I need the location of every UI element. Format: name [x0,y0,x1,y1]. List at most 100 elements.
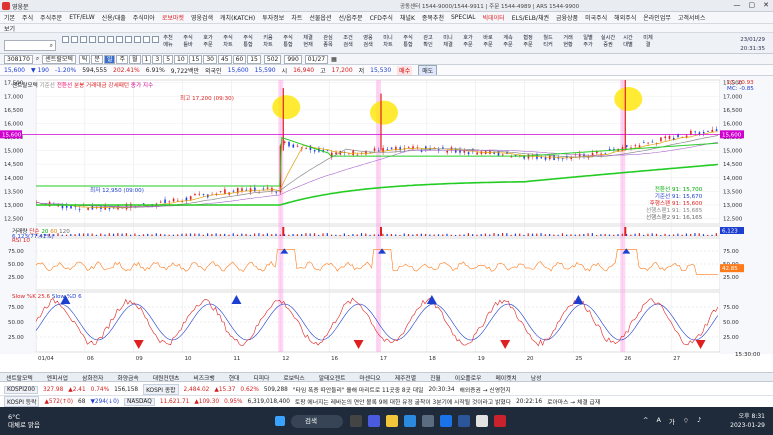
news-headline[interactable]: 토팡 에너지는 레바논의 연안 볼록 9에 대한 유정 굴착이 3분기에 시작될… [295,397,511,406]
menu-item[interactable]: 주식주문 [40,13,62,22]
stock-tab[interactable]: 대원컨텐츠 [153,373,180,382]
toolbar-button[interactable]: 일별 주가 [580,35,596,52]
menu-item[interactable]: 로보마켓 [162,13,184,22]
toolbar-button[interactable]: 주식 통합 [240,35,256,52]
window-icon[interactable] [143,36,150,43]
period-button[interactable]: 틱 [78,54,91,64]
period-button[interactable]: 10 [174,54,188,64]
menu-item[interactable]: 선물옵션 [309,13,331,22]
sell-button[interactable]: 매도 [418,65,438,75]
buy-button[interactable]: 매수 [397,65,413,75]
ime-icon[interactable]: A [656,416,660,426]
volume-icon[interactable]: ♪ [697,416,701,426]
chart-area[interactable]: 17,500 17,500 17,000 17,000 16,500 16,500 16,0… [0,76,773,362]
menu-item[interactable]: 차트 [291,13,302,22]
menu-item[interactable]: 주식 [22,13,33,22]
menu-item[interactable]: 채널K [400,13,415,22]
period-button[interactable]: 주 [116,54,129,64]
start-icon[interactable] [275,416,285,426]
toolbar-button[interactable]: 주식 통합 [400,35,416,52]
period-button[interactable]: 5 [163,54,174,64]
menu-item[interactable]: 주식미아 [133,13,155,22]
minimize-button[interactable]: — [734,1,741,9]
settings-icon[interactable] [125,36,132,43]
edge-icon[interactable] [404,415,416,427]
stock-tab[interactable]: 마센디오 [359,373,380,382]
folder-icon[interactable] [116,36,123,43]
toolbar-button[interactable]: 주식 틀바 [180,35,196,52]
taskbar-search[interactable]: 검색 [291,415,343,428]
toolbar-button[interactable]: 미니 차트 [380,35,396,52]
stock-tab[interactable]: 제주전멸 [395,373,416,382]
help-icon[interactable] [134,36,141,43]
toolbar-button[interactable]: 호가 주문 [200,35,216,52]
toolbar-button[interactable]: 영웅 검색 [360,35,376,52]
stock-tab[interactable]: 남성 [531,373,542,382]
clock[interactable]: 오후 8:31 2023-01-29 [730,412,765,430]
stock-tab[interactable]: 센트랄모텍 [6,373,33,382]
period-button[interactable]: 15 [247,54,261,64]
kiwoom-icon[interactable] [494,415,506,427]
teams-icon[interactable] [368,415,380,427]
count-input[interactable]: 502 [263,54,282,64]
stock-tab[interactable]: 로보틱스 [283,373,304,382]
menu-item[interactable]: 빅데이터 [483,13,505,22]
menu-item[interactable]: 미국주식 [585,13,607,22]
toolbar-button[interactable]: 관고 확인 [420,35,436,52]
news-headline[interactable]: "타임 폭증 따안들리" 올해 마리트로 11곳중 8곳 대일 [293,385,424,394]
period-button[interactable]: 일 [103,54,116,64]
word-icon[interactable] [458,415,470,427]
menu-item[interactable]: 고객서비스 [678,13,706,22]
stock-tab[interactable]: 화양금속 [117,373,138,382]
memo-icon[interactable] [107,36,114,43]
period-button[interactable]: 45 [217,54,232,64]
menu-search-input[interactable]: ⌕ [4,40,56,51]
stock-tab[interactable]: 메이켓치 [495,373,516,382]
period-button[interactable]: 분 [91,54,103,64]
toolbar-button[interactable]: 추천 메뉴 [160,35,176,52]
toolbar-button[interactable]: 호가 주문 [460,35,476,52]
toolbar-button[interactable]: 거래 현황 [560,35,576,52]
toolbar-button[interactable]: 조건 검색 [340,35,356,52]
period-button[interactable]: 60 [232,54,247,64]
menu-item[interactable]: 종목추천 [422,13,444,22]
monitor-icon[interactable] [89,36,96,43]
menu-item[interactable]: 기본 [4,13,15,22]
toolbar-button[interactable]: 월드 티커 [540,35,556,52]
news-extra[interactable]: 해외증권 → 신영현지 [460,385,511,394]
stock-tab[interactable]: 비즈크뱅 [193,373,214,382]
stock-tab[interactable]: 현대 [229,373,240,382]
date-input[interactable]: 01/27 [304,54,329,64]
wifi-icon[interactable]: ⌔ [683,416,689,426]
calculator-icon[interactable] [80,36,87,43]
print-icon[interactable] [98,36,105,43]
toolbar-button[interactable]: 바로 주문 [480,35,496,52]
stock-name[interactable]: 센트랄모텍 [42,54,76,64]
menu-item[interactable]: ELS/ELB/채권 [512,13,549,22]
chevron-up-icon[interactable]: ^ [643,416,648,426]
toolbar-button[interactable]: 체결 현재 [300,35,316,52]
task-view-icon[interactable] [350,415,362,427]
period-button[interactable]: 3 [152,54,163,64]
menu-item[interactable]: 신용/대출 [102,13,126,22]
toolbar-button[interactable]: 시간 대별 [620,35,636,52]
toolbar-button[interactable]: 관심 종목 [320,35,336,52]
stock-tab[interactable]: 알테오젠트 [319,373,346,382]
stock-tab[interactable]: 삼화전자 [82,373,103,382]
weather-widget[interactable]: 6°C 대체로 맑음 [8,413,40,429]
menu-item[interactable]: 금융상품 [556,13,578,22]
period-button[interactable]: 30 [203,54,217,64]
period-button[interactable]: 1 [141,54,152,64]
search-icon[interactable]: ⌕ [36,55,39,63]
menu-item[interactable]: 캐치(KATCH) [220,13,255,22]
calendar-icon[interactable]: ▦ [331,56,337,63]
toolbar-button[interactable]: 미니 체결 [440,35,456,52]
store-icon[interactable] [422,415,434,427]
menu-item[interactable]: CFD주식 [370,13,393,22]
toolbar-button[interactable]: 미체 결 [640,35,656,52]
maximize-button[interactable]: ▢ [749,1,756,9]
stock-tab[interactable]: 진월 [430,373,441,382]
stock-tab[interactable]: 디피다 [253,373,269,382]
chrome-icon[interactable] [440,415,452,427]
toolbar-button[interactable]: 협정 주문 [520,35,536,52]
